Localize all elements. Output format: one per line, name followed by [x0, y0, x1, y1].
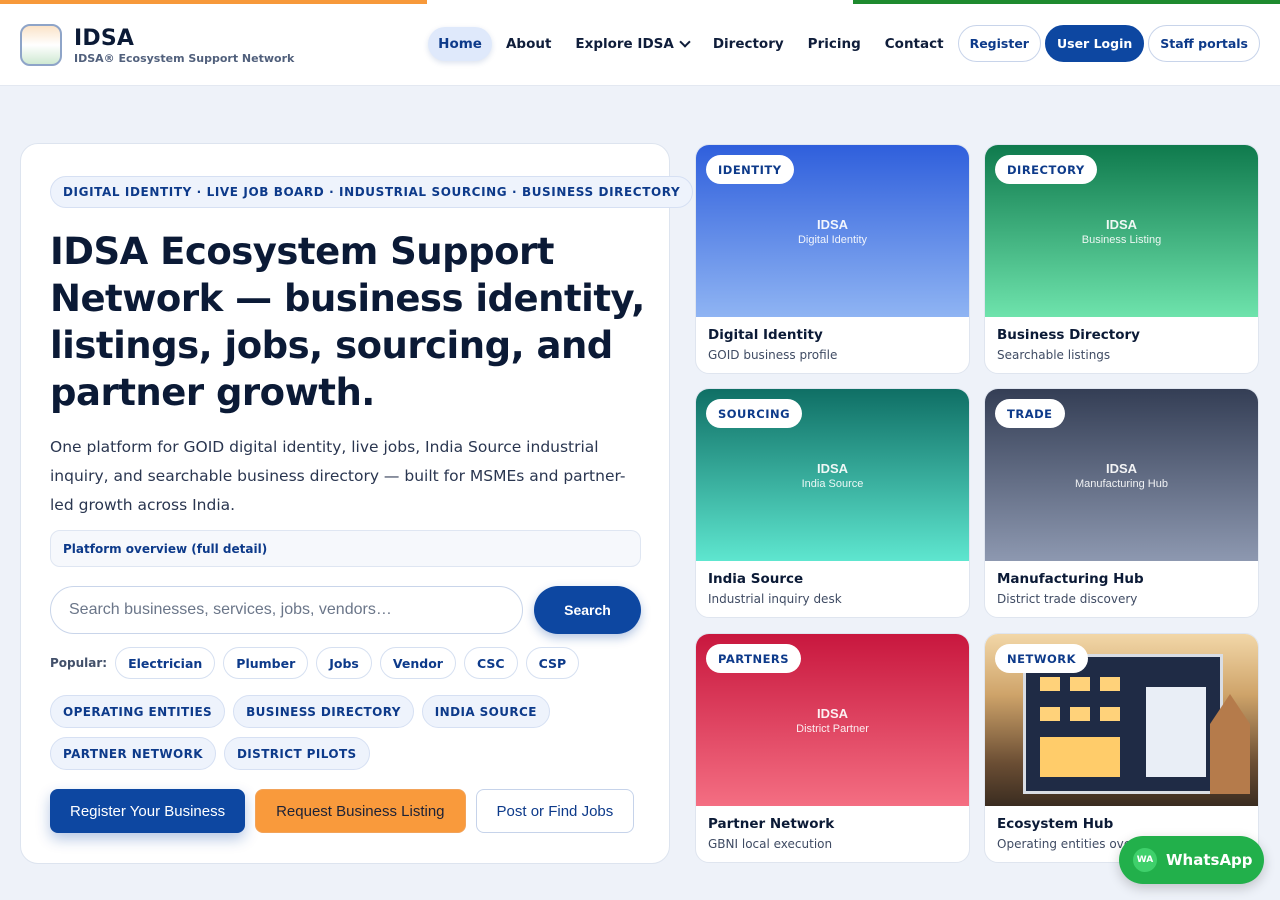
tag-business-directory[interactable]: BUSINESS DIRECTORY — [233, 695, 414, 728]
popular-searches: Popular: Electrician Plumber Jobs Vendor… — [50, 647, 580, 679]
card-subtitle: District trade discovery — [997, 592, 1138, 606]
card-badge: TRADE — [995, 399, 1065, 428]
popular-chip-plumber[interactable]: Plumber — [223, 647, 309, 679]
logo-icon[interactable] — [20, 24, 62, 66]
platform-overview-link[interactable]: Platform overview (full detail) — [50, 530, 641, 567]
card-badge: PARTNERS — [706, 644, 802, 673]
card-media-subtitle: District Partner — [796, 722, 869, 735]
popular-chip-vendor[interactable]: Vendor — [379, 647, 456, 679]
user-login-button[interactable]: User Login — [1044, 25, 1145, 62]
card-partner-network[interactable]: PARTNERS IDSA District Partner Partner N… — [695, 633, 970, 863]
popular-label: Popular: — [50, 656, 108, 670]
brand-subtitle: IDSA® Ecosystem Support Network — [74, 52, 295, 65]
popular-chip-jobs[interactable]: Jobs — [316, 647, 372, 679]
card-subtitle: Industrial inquiry desk — [708, 592, 842, 606]
card-subtitle: GBNI local execution — [708, 837, 833, 851]
popular-chip-electrician[interactable]: Electrician — [115, 647, 216, 679]
card-media-subtitle: Digital Identity — [797, 233, 868, 246]
nav-about[interactable]: About — [496, 27, 561, 61]
tag-operating-entities[interactable]: OPERATING ENTITIES — [50, 695, 226, 728]
staff-portals-button[interactable]: Staff portals — [1148, 25, 1260, 62]
nav-directory[interactable]: Directory — [703, 27, 794, 61]
card-media-title: IDSA — [816, 460, 849, 476]
popular-chip-csp[interactable]: CSP — [525, 647, 580, 679]
register-business-button[interactable]: Register Your Business — [50, 789, 246, 833]
tag-partner-network[interactable]: PARTNER NETWORK — [50, 737, 216, 770]
card-media-title: IDSA — [816, 216, 849, 232]
card-title: Ecosystem Hub — [997, 816, 1114, 832]
card-subtitle: GOID business profile — [708, 348, 838, 362]
nav-contact[interactable]: Contact — [875, 27, 954, 61]
brand-title[interactable]: IDSA — [74, 26, 134, 51]
nav-pricing[interactable]: Pricing — [798, 27, 871, 61]
card-media-subtitle: Manufacturing Hub — [1075, 477, 1168, 490]
card-subtitle: Searchable listings — [997, 348, 1111, 362]
card-title: Manufacturing Hub — [997, 571, 1144, 587]
card-ecosystem-hub[interactable]: NETWORK Ecosystem Hub Operating entities… — [984, 633, 1259, 863]
card-media-title: IDSA — [1105, 460, 1138, 476]
card-title: India Source — [708, 571, 804, 587]
card-business-directory[interactable]: DIRECTORY IDSA Business Listing Business… — [984, 144, 1259, 374]
hero-eyebrow: DIGITAL IDENTITY · LIVE JOB BOARD · INDU… — [50, 176, 694, 208]
tag-district-pilots[interactable]: DISTRICT PILOTS — [223, 737, 370, 770]
card-badge: DIRECTORY — [995, 155, 1097, 184]
card-title: Partner Network — [708, 816, 835, 832]
card-media: PARTNERS IDSA District Partner — [696, 634, 969, 806]
popular-chip-csc[interactable]: CSC — [463, 647, 518, 679]
card-media-title: IDSA — [1105, 216, 1138, 232]
card-badge: IDENTITY — [706, 155, 794, 184]
register-button[interactable]: Register — [957, 25, 1041, 62]
card-media-subtitle: India Source — [801, 477, 864, 490]
whatsapp-icon: WA — [1133, 848, 1157, 872]
card-media: SOURCING IDSA India Source — [696, 389, 969, 561]
cta-row: Register Your Business Request Business … — [50, 789, 635, 833]
card-media: DIRECTORY IDSA Business Listing — [985, 145, 1258, 317]
card-badge: SOURCING — [706, 399, 803, 428]
chevron-down-icon — [679, 35, 691, 48]
nav-explore-label: Explore IDSA — [575, 35, 674, 52]
card-badge: NETWORK — [995, 644, 1089, 673]
hero-description: One platform for GOID digital identity, … — [50, 438, 626, 514]
card-title: Digital Identity — [708, 327, 823, 343]
nav-explore[interactable]: Explore IDSA — [565, 27, 698, 61]
tag-row: PARTNER NETWORK DISTRICT PILOTS — [50, 737, 370, 770]
card-digital-identity[interactable]: IDENTITY IDSA Digital Identity Digital I… — [695, 144, 970, 374]
site-header: IDSA IDSA® Ecosystem Support Network Hom… — [0, 4, 1280, 86]
page-title: IDSA Ecosystem Support Network — busines… — [50, 230, 645, 414]
search-input[interactable] — [50, 586, 523, 634]
request-listing-button[interactable]: Request Business Listing — [255, 789, 466, 833]
post-find-jobs-button[interactable]: Post or Find Jobs — [475, 789, 635, 833]
card-media: NETWORK — [985, 634, 1258, 806]
tag-india-source[interactable]: INDIA SOURCE — [421, 695, 550, 728]
card-media-subtitle: Business Listing — [1081, 233, 1162, 246]
card-india-source[interactable]: SOURCING IDSA India Source India Source … — [695, 388, 970, 618]
tag-row: OPERATING ENTITIES BUSINESS DIRECTORY IN… — [50, 695, 550, 728]
whatsapp-button[interactable]: WA WhatsApp — [1119, 836, 1264, 884]
card-media: IDENTITY IDSA Digital Identity — [696, 145, 969, 317]
card-media: TRADE IDSA Manufacturing Hub — [985, 389, 1258, 561]
search-button[interactable]: Search — [534, 586, 641, 634]
hero-panel: DIGITAL IDENTITY · LIVE JOB BOARD · INDU… — [20, 143, 694, 864]
card-manufacturing-hub[interactable]: TRADE IDSA Manufacturing Hub Manufacturi… — [984, 388, 1259, 618]
card-title: Business Directory — [997, 327, 1140, 343]
nav-home[interactable]: Home — [428, 26, 492, 61]
whatsapp-label: WhatsApp — [1166, 851, 1253, 869]
main-nav: Home About Explore IDSA Directory Pricin… — [428, 25, 1260, 62]
card-media-title: IDSA — [816, 705, 849, 721]
